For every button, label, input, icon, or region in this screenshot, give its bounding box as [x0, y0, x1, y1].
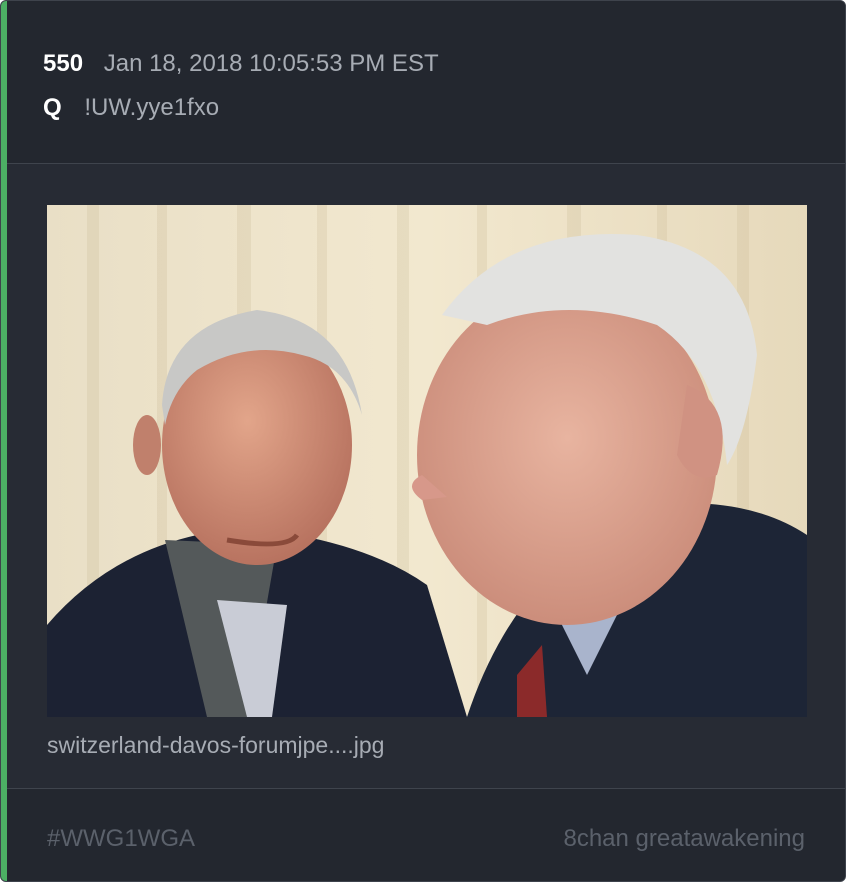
post-author-row: Q !UW.yye1fxo	[43, 92, 219, 124]
post-date: Jan 18, 2018 10:05:53 PM EST	[103, 50, 439, 77]
attachment-filename[interactable]: switzerland-davos-forumjpe....jpg	[47, 729, 384, 761]
post-footer: #WWG1WGA 8chan greatawakening	[7, 788, 845, 881]
post-number[interactable]: 550	[43, 50, 83, 77]
author-name: Q	[43, 94, 62, 121]
attachment-image[interactable]	[47, 205, 807, 717]
attachment-photo	[47, 205, 807, 717]
post-meta: 550 Jan 18, 2018 10:05:53 PM EST	[43, 48, 439, 80]
post-card: 550 Jan 18, 2018 10:05:53 PM EST Q !UW.y…	[0, 0, 846, 882]
author-tripcode: !UW.yye1fxo	[84, 94, 220, 121]
hashtag-label: #WWG1WGA	[47, 825, 195, 852]
post-header: 550 Jan 18, 2018 10:05:53 PM EST Q !UW.y…	[7, 1, 845, 164]
source-label: 8chan greatawakening	[563, 825, 805, 852]
